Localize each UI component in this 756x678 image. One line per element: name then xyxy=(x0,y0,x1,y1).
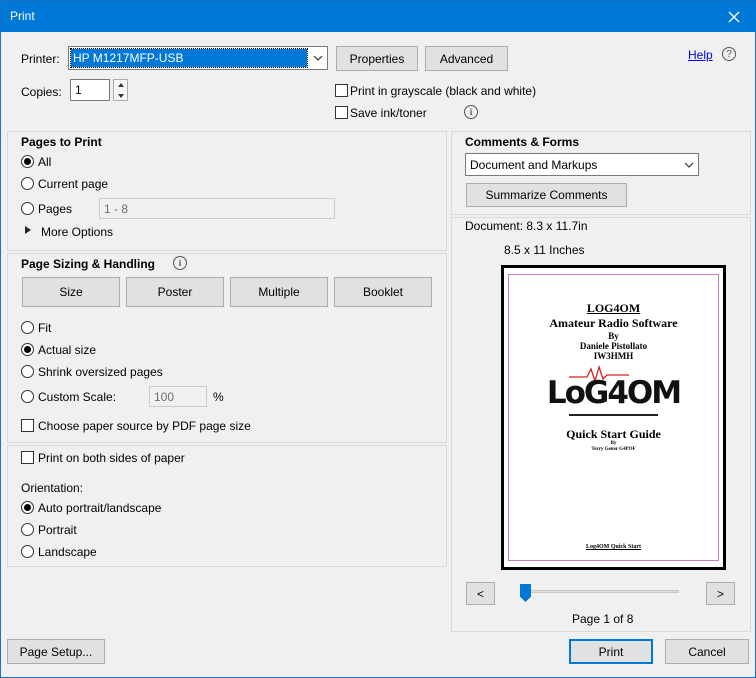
print-button[interactable]: Print xyxy=(569,639,653,664)
pages-range-input[interactable]: 1 - 8 xyxy=(99,198,335,219)
pages-to-print-heading: Pages to Print xyxy=(21,135,102,149)
fit-label: Fit xyxy=(38,321,52,335)
custom-scale-input[interactable]: 100 xyxy=(149,386,207,407)
caret-right-icon[interactable] xyxy=(25,226,31,234)
cancel-button[interactable]: Cancel xyxy=(665,639,749,664)
grayscale-checkbox[interactable] xyxy=(335,84,348,97)
window-title: Print xyxy=(10,9,35,23)
save-ink-label: Save ink/toner xyxy=(350,106,427,120)
current-page-label: Current page xyxy=(38,177,109,191)
prev-page-button[interactable]: < xyxy=(466,582,495,605)
document-size: Document: 8.3 x 11.7in xyxy=(465,219,588,233)
comments-selected-value: Document and Markups xyxy=(470,157,598,172)
tab-booklet[interactable]: Booklet xyxy=(334,277,432,307)
tab-poster[interactable]: Poster xyxy=(126,277,224,307)
info-icon[interactable]: i xyxy=(464,105,478,119)
radio-current-page[interactable] xyxy=(21,177,34,190)
printer-select[interactable]: HP M1217MFP-USB xyxy=(68,46,328,70)
properties-button[interactable]: Properties xyxy=(336,46,418,71)
chevron-down-icon[interactable] xyxy=(117,93,125,99)
printer-selected-value: HP M1217MFP-USB xyxy=(70,48,308,68)
portrait-label: Portrait xyxy=(38,523,77,537)
percent-label: % xyxy=(213,390,224,404)
page-preview-content: LOG4OM Amateur Radio Software By Daniele… xyxy=(508,274,719,561)
radio-shrink[interactable] xyxy=(21,365,34,378)
comments-forms-select[interactable]: Document and Markups xyxy=(465,153,699,176)
doc-logo: LoG4OM xyxy=(546,375,682,411)
grayscale-label: Print in grayscale (black and white) xyxy=(350,84,537,98)
shrink-label: Shrink oversized pages xyxy=(38,365,163,379)
copies-input[interactable]: 1 xyxy=(70,79,110,101)
comments-forms-heading: Comments & Forms xyxy=(465,135,580,149)
radio-auto-orientation[interactable] xyxy=(21,501,34,514)
help-link[interactable]: Help xyxy=(688,48,713,62)
paper-size: 8.5 x 11 Inches xyxy=(504,243,585,257)
paper-source-label: Choose paper source by PDF page size xyxy=(38,419,251,433)
summarize-comments-button[interactable]: Summarize Comments xyxy=(466,183,627,207)
page-preview: LOG4OM Amateur Radio Software By Daniele… xyxy=(501,265,726,570)
page-sizing-heading: Page Sizing & Handling xyxy=(21,257,156,271)
both-sides-label: Print on both sides of paper xyxy=(38,451,185,465)
page-slider-track[interactable] xyxy=(520,590,679,593)
doc-subtitle: Amateur Radio Software xyxy=(549,316,678,330)
close-button[interactable] xyxy=(711,1,756,32)
radio-actual-size[interactable] xyxy=(21,343,34,356)
page-setup-button[interactable]: Page Setup... xyxy=(7,639,105,664)
actual-size-label: Actual size xyxy=(38,343,97,357)
both-sides-checkbox[interactable] xyxy=(21,451,34,464)
page-indicator: Page 1 of 8 xyxy=(572,612,634,626)
next-page-button[interactable]: > xyxy=(706,582,735,605)
pages-label: Pages xyxy=(38,202,73,216)
auto-orientation-label: Auto portrait/landscape xyxy=(38,501,162,515)
tab-size[interactable]: Size xyxy=(22,277,120,307)
orientation-label: Orientation: xyxy=(21,481,84,495)
custom-scale-label: Custom Scale: xyxy=(38,390,117,404)
more-options-toggle[interactable]: More Options xyxy=(41,225,113,239)
printer-label: Printer: xyxy=(21,52,60,66)
doc-footer: Log4OM Quick Start xyxy=(586,544,641,550)
chevron-up-icon[interactable] xyxy=(117,82,125,88)
doc-author: Daniele Pistollato xyxy=(579,341,648,351)
doc-callsign: IW3HMH xyxy=(593,351,634,361)
title-bar[interactable]: Print xyxy=(1,1,756,32)
print-dialog: Print Printer: HP M1217MFP-USB Propertie… xyxy=(0,0,756,678)
doc-by2: By xyxy=(610,441,617,446)
tab-multiple[interactable]: Multiple xyxy=(230,277,328,307)
doc-guide-author: Terry Gener G4POF xyxy=(591,447,636,452)
all-label: All xyxy=(38,155,52,169)
radio-pages[interactable] xyxy=(21,202,34,215)
radio-all[interactable] xyxy=(21,155,34,168)
chevron-down-icon xyxy=(309,47,327,69)
info-icon[interactable]: i xyxy=(173,256,187,270)
doc-by: By xyxy=(608,331,619,341)
help-icon[interactable]: ? xyxy=(722,47,736,61)
advanced-button[interactable]: Advanced xyxy=(425,46,508,71)
logo-underline xyxy=(569,414,658,416)
radio-landscape[interactable] xyxy=(21,545,34,558)
chevron-down-icon xyxy=(680,154,698,175)
save-ink-checkbox[interactable] xyxy=(335,106,348,119)
close-icon xyxy=(728,11,740,22)
radio-portrait[interactable] xyxy=(21,523,34,536)
doc-title: LOG4OM xyxy=(586,301,641,315)
radio-fit[interactable] xyxy=(21,321,34,334)
copies-stepper[interactable] xyxy=(113,79,128,101)
doc-guide-title: Quick Start Guide xyxy=(566,427,661,441)
paper-source-checkbox[interactable] xyxy=(21,419,34,432)
radio-custom-scale[interactable] xyxy=(21,390,34,403)
copies-label: Copies: xyxy=(21,85,62,99)
landscape-label: Landscape xyxy=(38,545,97,559)
